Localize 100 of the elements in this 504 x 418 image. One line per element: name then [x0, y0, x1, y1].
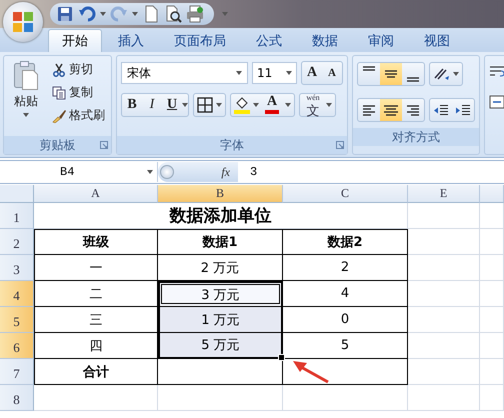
row-header[interactable]: 3	[0, 255, 34, 281]
clipboard-icon	[14, 61, 38, 90]
decrease-indent-icon	[434, 105, 448, 115]
row-header[interactable]: 8	[0, 385, 34, 411]
underline-button[interactable]: U	[162, 95, 182, 115]
borders-icon[interactable]	[197, 97, 213, 113]
caret-icon	[326, 103, 332, 107]
print-icon[interactable]	[186, 5, 204, 23]
brush-icon	[52, 108, 66, 122]
ribbon-tab[interactable]: 页面布局	[160, 29, 240, 52]
table-cell: 1 万元	[158, 307, 283, 333]
cut-button[interactable]: 剪切	[50, 60, 107, 79]
ribbon-tab[interactable]: 审阅	[354, 29, 408, 52]
table-cell	[408, 281, 480, 307]
merge-cells-icon[interactable]	[489, 94, 504, 110]
table-cell	[480, 385, 504, 411]
bold-button[interactable]: B	[122, 95, 142, 115]
align-button[interactable]	[380, 63, 402, 85]
align-bottom-icon	[407, 77, 419, 82]
ribbon-tab[interactable]: 数据	[298, 29, 352, 52]
align-top-icon	[363, 66, 375, 71]
caret-icon	[23, 113, 29, 117]
font-size-field[interactable]: 11	[252, 62, 297, 84]
undo-icon[interactable]	[78, 5, 96, 23]
orientation-icon[interactable]	[433, 66, 451, 82]
caret-icon	[253, 103, 259, 107]
caret-icon	[286, 71, 292, 75]
table-cell	[408, 385, 480, 411]
column-header[interactable]: A	[34, 185, 158, 203]
ribbon-tab[interactable]: 视图	[410, 29, 464, 52]
caret-icon	[147, 170, 153, 174]
customize-caret-icon	[222, 12, 228, 16]
row-header[interactable]: 5	[0, 307, 34, 333]
row-header[interactable]: 4	[0, 281, 34, 307]
increase-indent-icon	[456, 105, 470, 115]
row-header[interactable]: 2	[0, 229, 34, 255]
shrink-font-button[interactable]: A	[322, 63, 342, 83]
table-cell	[408, 307, 480, 333]
table-cell: 一	[34, 255, 158, 281]
table-cell: 合计	[34, 359, 158, 385]
dialog-launcher-icon[interactable]	[100, 141, 108, 149]
logo-icon	[13, 12, 33, 32]
table-cell	[480, 255, 504, 281]
group-label: 对齐方式	[391, 128, 441, 146]
table-cell	[408, 203, 480, 229]
caret-icon	[285, 103, 291, 107]
table-cell: 数据2	[283, 229, 408, 255]
column-header[interactable]: E	[408, 185, 480, 203]
table-cell: 班级	[34, 229, 158, 255]
table-cell	[480, 307, 504, 333]
table-cell: 0	[283, 307, 408, 333]
arrow-annotation	[291, 358, 331, 384]
group-label: 剪贴板	[38, 136, 76, 154]
preview-icon[interactable]	[164, 5, 182, 23]
align-center-icon	[384, 104, 398, 116]
table-cell: 4	[283, 281, 408, 307]
formula-field[interactable]: 3	[238, 165, 258, 179]
italic-button[interactable]: I	[142, 95, 162, 115]
align-left-icon	[363, 104, 375, 116]
dialog-launcher-icon[interactable]	[336, 141, 344, 149]
name-box[interactable]: B4	[0, 162, 158, 182]
align-right-icon	[407, 104, 419, 116]
table-cell	[480, 281, 504, 307]
align-button[interactable]	[380, 99, 402, 121]
column-header[interactable]: B	[158, 185, 283, 203]
column-header[interactable]: C	[283, 185, 408, 203]
align-middle-icon	[385, 70, 397, 78]
font-name-field[interactable]: 宋体	[121, 62, 248, 84]
dropdown-caret-icon	[132, 12, 138, 16]
row-header[interactable]: 7	[0, 359, 34, 385]
dropdown-caret-icon	[100, 12, 106, 16]
format-painter-button[interactable]: 格式刷	[50, 106, 107, 125]
insert-function-button[interactable]: fx	[221, 164, 230, 180]
group-label: 字体	[219, 136, 245, 154]
ribbon-tab[interactable]: 插入	[104, 29, 158, 52]
row-header[interactable]: 6	[0, 333, 34, 359]
table-cell: 2	[283, 255, 408, 281]
row-header[interactable]: 1	[0, 203, 34, 229]
table-cell	[408, 255, 480, 281]
copy-icon	[52, 86, 66, 100]
caret-icon	[182, 103, 188, 107]
table-cell	[408, 333, 480, 359]
table-cell: 3 万元	[158, 281, 283, 307]
caret-icon	[216, 103, 222, 107]
fill-color-icon[interactable]	[234, 96, 250, 114]
round-handle[interactable]	[160, 165, 174, 179]
fill-handle[interactable]	[278, 354, 285, 361]
table-cell: 5	[283, 333, 408, 359]
save-icon[interactable]	[56, 5, 74, 23]
table-cell	[480, 359, 504, 385]
copy-button[interactable]: 复制	[50, 83, 107, 102]
ribbon-tab[interactable]: 公式	[242, 29, 296, 52]
ribbon-tab[interactable]: 开始	[48, 29, 102, 52]
table-cell	[408, 229, 480, 255]
table-cell: 5 万元	[158, 333, 283, 359]
caret-icon	[453, 72, 459, 76]
caret-icon	[236, 71, 242, 75]
grow-font-button[interactable]: A	[302, 63, 322, 83]
table-cell: 数据添加单位	[34, 203, 408, 229]
paste-button[interactable]: 粘贴	[8, 60, 44, 132]
